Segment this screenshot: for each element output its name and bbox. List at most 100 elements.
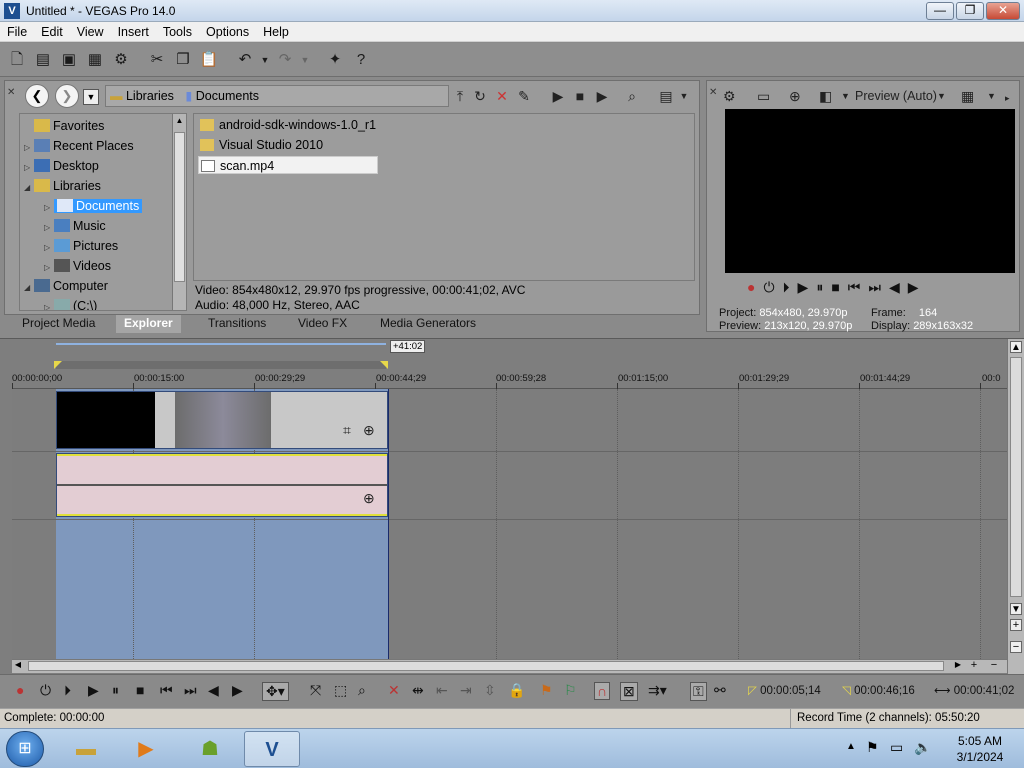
envelope-tool-icon[interactable]: ⤧	[310, 682, 321, 699]
panel-close-icon[interactable]: ✕	[7, 87, 15, 98]
go-to-end-icon[interactable]: ⏭	[184, 682, 197, 699]
prev-frame-icon[interactable]: ◀	[208, 682, 219, 699]
path-documents[interactable]: Documents	[196, 89, 259, 103]
tray-volume-icon[interactable]: 🔈	[914, 739, 931, 756]
go-to-end-icon[interactable]: ⏭	[868, 279, 881, 299]
preview-quality-dropdown-icon[interactable]: ▼	[841, 87, 850, 105]
tree-item-recent-places[interactable]: ▷ Recent Places	[24, 136, 134, 156]
taskbar-explorer-icon[interactable]: ▬	[58, 731, 114, 767]
tree-item-music[interactable]: ▷ Music	[44, 216, 106, 236]
tree-item-favorites[interactable]: Favorites	[24, 116, 104, 136]
ignore-grouping-icon[interactable]: ⚯	[714, 682, 726, 699]
scroll-down-icon[interactable]: ▼	[1010, 603, 1022, 615]
forward-icon[interactable]: ❯	[55, 84, 79, 108]
overlays-grid-icon[interactable]: ▦	[961, 87, 974, 105]
menu-help[interactable]: Help	[256, 22, 296, 42]
lock-icon[interactable]: 🔒	[508, 682, 525, 699]
preview-menu-icon[interactable]: ▸	[1005, 89, 1010, 107]
hscroll-thumb[interactable]	[28, 661, 944, 671]
next-frame-icon[interactable]: ▶	[232, 682, 243, 699]
scroll-up-icon[interactable]: ▲	[1010, 341, 1022, 353]
save-icon[interactable]: ▣	[58, 49, 80, 71]
zoom-tool-icon[interactable]: ⌕	[358, 682, 366, 699]
insert-region-icon[interactable]: ⚐	[564, 682, 577, 699]
tab-project-media[interactable]: Project Media	[22, 315, 95, 333]
overlays-dropdown-icon[interactable]: ▼	[987, 87, 996, 105]
tree-item-c-drive[interactable]: ▷ (C:\)	[44, 296, 97, 310]
insert-marker-icon[interactable]: ⚑	[540, 682, 553, 699]
tree-item-documents[interactable]: ▷ Documents	[44, 196, 143, 216]
tree-item-libraries[interactable]: ◢ Libraries	[24, 176, 101, 196]
trim-icon[interactable]: ⇹	[412, 682, 424, 699]
delete-icon[interactable]: ✕	[493, 87, 511, 105]
pause-icon[interactable]: ⏸	[816, 279, 823, 299]
back-icon[interactable]: ❮	[25, 84, 49, 108]
preview-properties-icon[interactable]: ⚙	[723, 87, 736, 105]
audio-event-fx-icon[interactable]: ⊕	[363, 490, 375, 507]
pause-icon[interactable]: ⏸	[112, 682, 119, 699]
delete-event-icon[interactable]: ✕	[388, 682, 400, 699]
start-preview-icon[interactable]: ▶	[549, 87, 567, 105]
go-to-start-icon[interactable]: ⏮	[848, 279, 861, 299]
tab-explorer[interactable]: Explorer	[116, 315, 181, 333]
cursor-line[interactable]	[388, 389, 389, 659]
vegas-app-icon[interactable]: V	[4, 3, 20, 19]
menu-insert[interactable]: Insert	[111, 22, 156, 42]
track-area[interactable]: ⌗ ⊕ ⊕	[12, 389, 1007, 659]
stop-icon[interactable]: ■	[136, 682, 144, 698]
tree-item-desktop[interactable]: ▷ Desktop	[24, 156, 99, 176]
minimize-button[interactable]: —	[926, 2, 954, 20]
redo-history-icon[interactable]: ▼	[300, 49, 310, 71]
tray-flag-icon[interactable]: ⚑	[866, 739, 879, 756]
scroll-right-icon[interactable]: ▶	[952, 660, 964, 672]
external-monitor-icon[interactable]: ▭	[757, 87, 770, 105]
file-item-android-sdk[interactable]: android-sdk-windows-1.0_r1	[198, 116, 378, 134]
file-item-visual-studio[interactable]: Visual Studio 2010	[198, 136, 378, 154]
tab-video-fx[interactable]: Video FX	[298, 315, 347, 333]
audio-event-clip[interactable]: ⊕	[56, 453, 388, 517]
copy-icon[interactable]: ❐	[172, 49, 194, 71]
selection-tool-icon[interactable]: ⬚	[334, 682, 347, 699]
get-media-icon[interactable]: ⌕	[623, 87, 641, 105]
marker-bar[interactable]	[56, 361, 386, 369]
timeline-horizontal-scrollbar[interactable]: ◀ ▶ + −	[12, 659, 1007, 673]
add-favorite-icon[interactable]: ✎	[515, 87, 533, 105]
loop-icon[interactable]: ⏻	[763, 279, 774, 299]
play-icon[interactable]: ▶	[88, 682, 99, 699]
zoom-out-vertical-icon[interactable]: −	[1010, 641, 1022, 653]
video-fx-icon[interactable]: ◧	[819, 87, 832, 105]
new-project-icon[interactable]: 🗋	[6, 49, 28, 71]
save-as-icon[interactable]: ▦	[84, 49, 106, 71]
views-dropdown-icon[interactable]: ▼	[83, 89, 99, 105]
panel-close-icon[interactable]: ✕	[709, 87, 717, 98]
stop-preview-icon[interactable]: ■	[571, 87, 589, 105]
menu-view[interactable]: View	[70, 22, 111, 42]
tree-scrollbar[interactable]: ▲	[172, 114, 186, 310]
start-button[interactable]: ⊞	[6, 731, 44, 767]
tab-transitions[interactable]: Transitions	[208, 315, 266, 333]
tree-item-pictures[interactable]: ▷ Pictures	[44, 236, 118, 256]
menu-edit[interactable]: Edit	[34, 22, 70, 42]
stop-icon[interactable]: ■	[831, 279, 839, 299]
file-item-scan-mp4[interactable]: scan.mp4	[198, 156, 378, 174]
explorer-path-bar[interactable]: ▬ Libraries ▮ Documents	[105, 85, 449, 107]
tree-item-computer[interactable]: ◢ Computer	[24, 276, 108, 296]
next-frame-icon[interactable]: ▶	[908, 279, 919, 299]
time-ruler[interactable]: 00:00:00;00 00:00:15:00 00:00:29;29 00:0…	[12, 369, 1007, 389]
menu-options[interactable]: Options	[199, 22, 256, 42]
open-icon[interactable]: ▤	[32, 49, 54, 71]
menu-tools[interactable]: Tools	[156, 22, 199, 42]
scroll-thumb[interactable]	[1010, 357, 1022, 597]
event-fx-icon[interactable]: ⊕	[363, 422, 375, 439]
undo-icon[interactable]: ↶	[234, 49, 256, 71]
event-pan-crop-icon[interactable]: ⌗	[343, 422, 351, 439]
undo-history-icon[interactable]: ▼	[260, 49, 270, 71]
refresh-icon[interactable]: ↻	[471, 87, 489, 105]
redo-icon[interactable]: ↷	[274, 49, 296, 71]
menu-file[interactable]: File	[0, 22, 34, 42]
play-from-start-icon[interactable]: ⏵	[64, 682, 71, 699]
trim-start-icon[interactable]: ⇤	[436, 682, 448, 699]
tray-clock[interactable]: 5:05 AM 3/1/2024	[940, 733, 1020, 765]
zoom-in-vertical-icon[interactable]: +	[1010, 619, 1022, 631]
scroll-left-icon[interactable]: ◀	[12, 660, 24, 672]
